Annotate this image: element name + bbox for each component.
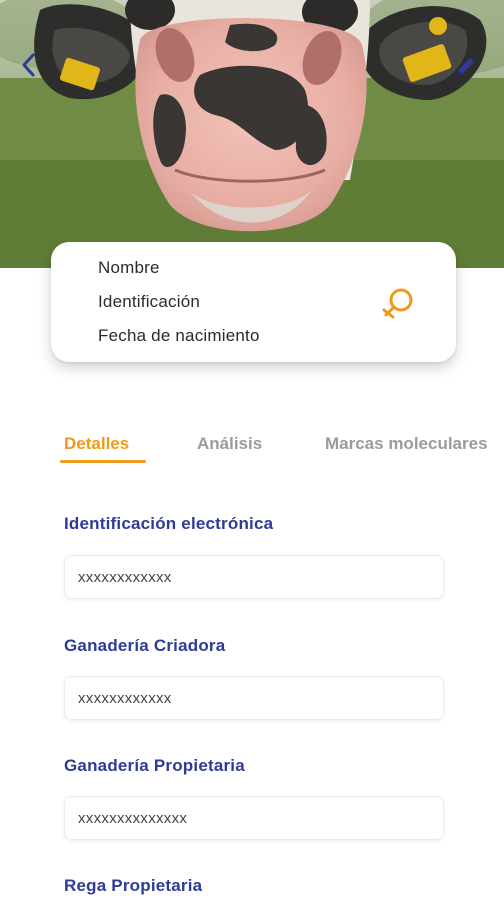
animal-name: Nombre bbox=[98, 258, 160, 277]
cow-photo bbox=[0, 0, 504, 268]
active-tab-indicator bbox=[60, 460, 146, 463]
field-label-ganaderia-propietaria: Ganadería Propietaria bbox=[64, 756, 245, 775]
pencil-icon bbox=[456, 58, 474, 76]
field-value: xxxxxxxxxxxx bbox=[78, 569, 172, 586]
chevron-left-icon bbox=[22, 53, 35, 77]
tab-marcas-moleculares[interactable]: Marcas moleculares bbox=[325, 434, 488, 454]
field-value: xxxxxxxxxxxx bbox=[78, 690, 172, 707]
tab-analisis[interactable]: Análisis bbox=[197, 434, 262, 454]
female-sign-icon bbox=[382, 288, 413, 319]
animal-identification: Identificación bbox=[98, 292, 201, 311]
edit-button[interactable] bbox=[452, 54, 482, 84]
ganaderia-criadora-field[interactable]: xxxxxxxxxxxx bbox=[64, 676, 444, 720]
header-photo bbox=[0, 0, 504, 268]
ganaderia-propietaria-field[interactable]: xxxxxxxxxxxxxx bbox=[64, 796, 444, 840]
field-label-identificacion-electronica: Identificación electrónica bbox=[64, 514, 274, 533]
field-value: xxxxxxxxxxxxxx bbox=[78, 810, 188, 827]
back-button[interactable] bbox=[20, 52, 50, 86]
animal-birth-date: Fecha de nacimiento bbox=[98, 326, 260, 345]
animal-info-card: Nombre Identificación Fecha de nacimient… bbox=[51, 242, 456, 362]
field-label-ganaderia-criadora: Ganadería Criadora bbox=[64, 636, 226, 655]
identificacion-electronica-field[interactable]: xxxxxxxxxxxx bbox=[64, 555, 444, 599]
tab-bar: Detalles Análisis Marcas moleculares bbox=[0, 428, 504, 468]
tab-detalles[interactable]: Detalles bbox=[64, 434, 129, 454]
field-label-rega-propietaria: Rega Propietaria bbox=[64, 876, 203, 895]
